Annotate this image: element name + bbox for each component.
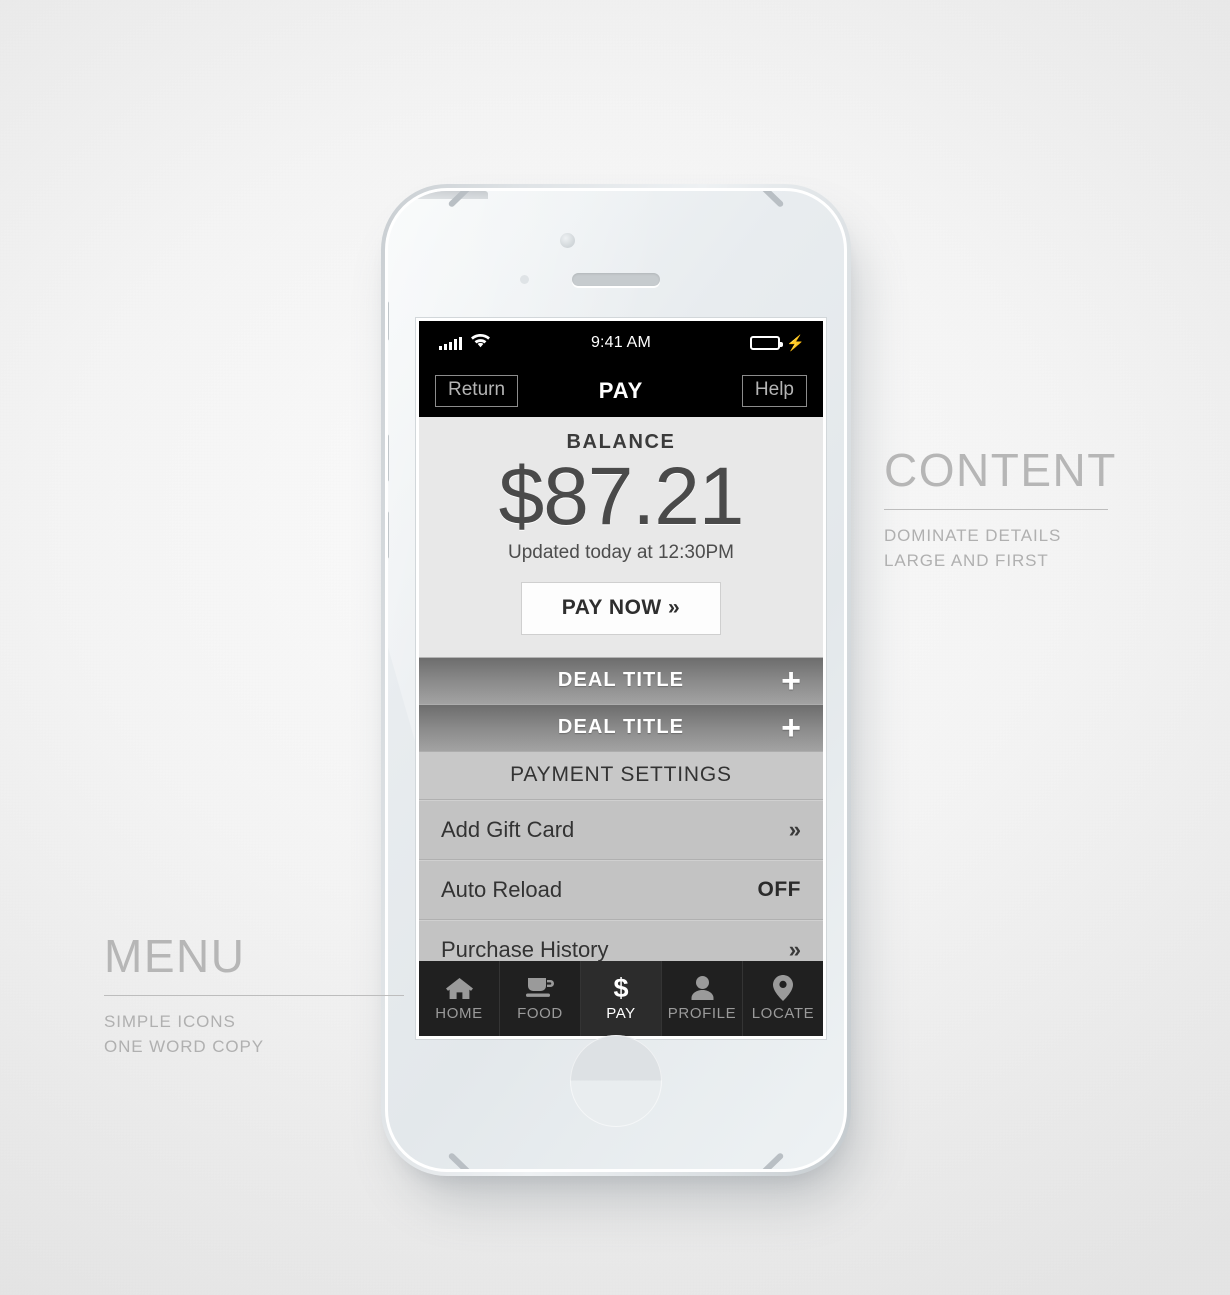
- tab-label: LOCATE: [751, 1005, 815, 1022]
- person-icon: [691, 975, 714, 1001]
- annotation-menu: MENU SIMPLE ICONS ONE WORD COPY: [104, 933, 414, 1059]
- coffee-cup-icon: [525, 975, 555, 1001]
- help-button[interactable]: Help: [741, 375, 807, 407]
- tab-label: HOME: [435, 1005, 483, 1022]
- annotation-menu-line2: ONE WORD COPY: [104, 1036, 264, 1056]
- status-bar: 9:41 AM ⚡: [419, 321, 823, 365]
- antenna-band-bottom-left: [447, 1151, 481, 1169]
- phone-screen: 9:41 AM ⚡ Return PAY Help BALANCE $87.21…: [419, 321, 823, 1036]
- setting-label: Purchase History: [441, 936, 609, 962]
- antenna-band-bottom-right: [751, 1151, 785, 1169]
- setting-label: Add Gift Card: [441, 816, 575, 842]
- tab-locate[interactable]: LOCATE: [743, 961, 823, 1036]
- dollar-icon: $: [613, 973, 629, 1003]
- deal-row[interactable]: DEAL TITLE +: [419, 704, 823, 752]
- payment-settings-header: PAYMENT SETTINGS: [419, 751, 823, 800]
- phone-body: 9:41 AM ⚡ Return PAY Help BALANCE $87.21…: [385, 188, 847, 1172]
- power-button[interactable]: [388, 191, 488, 199]
- phone-outer-frame: 9:41 AM ⚡ Return PAY Help BALANCE $87.21…: [381, 184, 851, 1176]
- earpiece-speaker: [572, 273, 660, 286]
- auto-reload-status-value: OFF: [757, 877, 801, 901]
- annotation-divider: [104, 995, 404, 996]
- status-bar-right: ⚡: [750, 321, 805, 365]
- tab-bar: HOME FOOD $ PAY PROFILE LOCATE: [419, 961, 823, 1036]
- expand-plus-icon[interactable]: +: [781, 711, 801, 745]
- setting-row-add-gift-card[interactable]: Add Gift Card »: [419, 799, 823, 860]
- tab-pay[interactable]: $ PAY: [581, 961, 662, 1036]
- tab-home[interactable]: HOME: [419, 961, 500, 1036]
- home-button[interactable]: [570, 1035, 662, 1127]
- annotation-content-line1: DOMINATE DETAILS: [884, 526, 1062, 545]
- pay-now-button[interactable]: PAY NOW »: [521, 581, 721, 635]
- annotation-content-line2: LARGE AND FIRST: [884, 550, 1049, 570]
- annotation-content: CONTENT DOMINATE DETAILS LARGE AND FIRST: [884, 447, 1214, 573]
- deal-row[interactable]: DEAL TITLE +: [419, 657, 823, 705]
- balance-updated-text: Updated today at 12:30PM: [507, 541, 735, 563]
- tab-label: FOOD: [517, 1005, 563, 1022]
- deal-title: DEAL TITLE: [557, 716, 685, 739]
- annotation-menu-line1: SIMPLE ICONS: [104, 1012, 236, 1031]
- chevron-right-icon: »: [788, 936, 801, 962]
- navigation-bar: Return PAY Help: [419, 365, 823, 417]
- balance-panel: BALANCE $87.21 Updated today at 12:30PM …: [419, 417, 823, 658]
- sim-tray: [388, 199, 393, 223]
- deal-title: DEAL TITLE: [557, 669, 685, 692]
- chevron-right-icon: »: [788, 816, 801, 842]
- volume-down-button[interactable]: [388, 511, 389, 559]
- expand-plus-icon[interactable]: +: [781, 664, 801, 698]
- annotation-content-title: CONTENT: [884, 444, 1117, 496]
- map-pin-icon: [773, 975, 793, 1001]
- front-camera-icon: [560, 233, 575, 248]
- tab-profile[interactable]: PROFILE: [662, 961, 743, 1036]
- proximity-sensor-icon: [520, 275, 529, 284]
- setting-label: Auto Reload: [441, 876, 563, 902]
- mute-switch[interactable]: [388, 301, 389, 341]
- battery-icon: [750, 336, 784, 350]
- annotation-divider: [884, 509, 1108, 510]
- antenna-band-top-right: [751, 191, 785, 209]
- annotation-menu-title: MENU: [104, 930, 246, 982]
- phone-mockup: 9:41 AM ⚡ Return PAY Help BALANCE $87.21…: [381, 184, 851, 1176]
- setting-row-auto-reload[interactable]: Auto Reload OFF: [419, 859, 823, 920]
- tab-label: PAY: [606, 1005, 636, 1022]
- balance-amount: $87.21: [498, 451, 745, 542]
- return-button[interactable]: Return: [435, 375, 519, 407]
- tab-label: PROFILE: [667, 1005, 737, 1022]
- volume-up-button[interactable]: [388, 434, 389, 482]
- tab-food[interactable]: FOOD: [500, 961, 581, 1036]
- lightning-bolt-icon: ⚡: [786, 334, 805, 352]
- home-icon: [445, 975, 473, 1001]
